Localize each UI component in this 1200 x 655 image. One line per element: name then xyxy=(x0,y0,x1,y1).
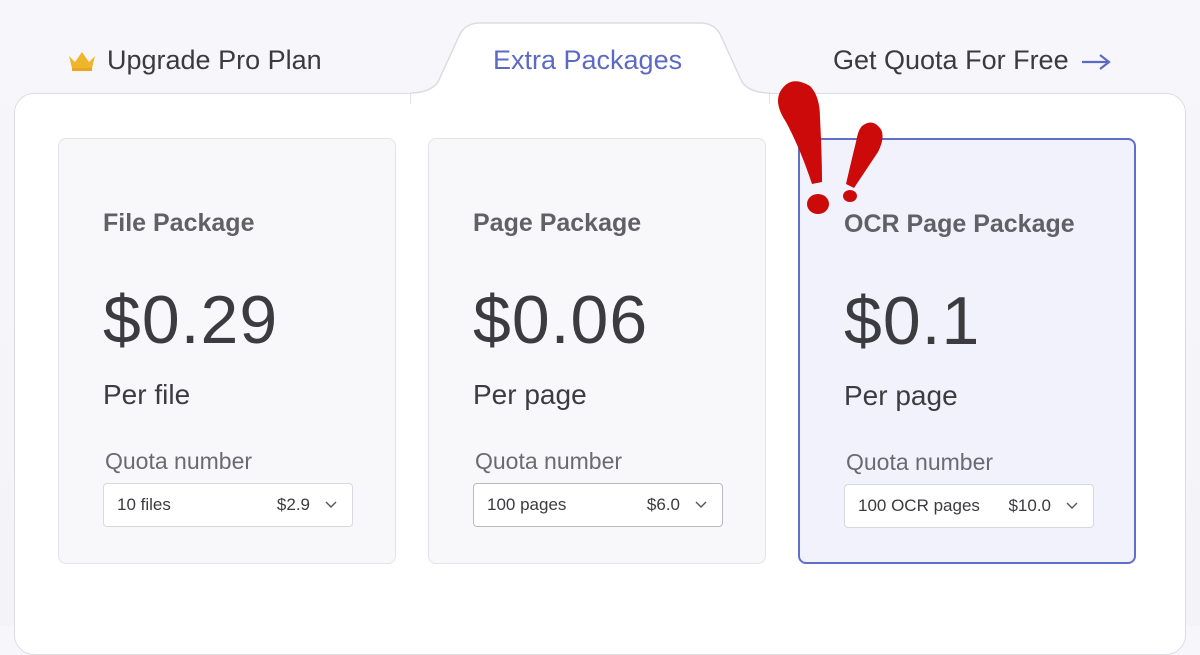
package-price: $0.29 xyxy=(103,282,279,358)
quota-select[interactable]: 10 files $2.9 xyxy=(103,483,353,527)
crown-icon xyxy=(67,42,97,82)
tab-extra-packages[interactable]: Extra Packages xyxy=(493,40,682,80)
quota-option: 100 pages xyxy=(487,495,567,514)
tab-upgrade-pro-plan[interactable]: Upgrade Pro Plan xyxy=(67,40,322,80)
quota-option: 100 OCR pages xyxy=(858,496,980,515)
quota-option-price: $6.0 xyxy=(646,495,680,514)
quota-number-label: Quota number xyxy=(846,449,994,475)
package-price: $0.1 xyxy=(844,283,981,359)
package-card-file[interactable]: File Package $0.29 Per file Quota number… xyxy=(58,138,396,564)
package-card-page[interactable]: Page Package $0.06 Per page Quota number… xyxy=(428,138,766,564)
quota-option: 10 files xyxy=(117,495,171,514)
chevron-down-icon xyxy=(1065,498,1079,518)
arrow-right-icon xyxy=(1081,42,1111,82)
quota-number-label: Quota number xyxy=(105,448,253,474)
package-unit: Per page xyxy=(844,380,958,411)
quota-option-price: $10.0 xyxy=(1008,496,1051,515)
quota-select[interactable]: 100 pages $6.0 xyxy=(473,483,723,527)
quota-number-label: Quota number xyxy=(475,448,623,474)
tab-upgrade-label: Upgrade Pro Plan xyxy=(107,45,322,75)
package-unit: Per file xyxy=(103,379,191,410)
package-title: File Package xyxy=(103,209,255,237)
tab-extra-label: Extra Packages xyxy=(493,45,683,75)
package-title: Page Package xyxy=(473,209,642,237)
tab-get-quota-for-free[interactable]: Get Quota For Free xyxy=(833,40,1111,80)
chevron-down-icon xyxy=(694,497,708,517)
chevron-down-icon xyxy=(324,497,338,517)
double-exclamation-icon xyxy=(770,78,890,223)
quota-option-price: $2.9 xyxy=(276,495,310,514)
quota-select[interactable]: 100 OCR pages $10.0 xyxy=(844,484,1094,528)
package-unit: Per page xyxy=(473,379,587,410)
tab-free-label: Get Quota For Free xyxy=(833,45,1069,75)
package-price: $0.06 xyxy=(473,282,649,358)
